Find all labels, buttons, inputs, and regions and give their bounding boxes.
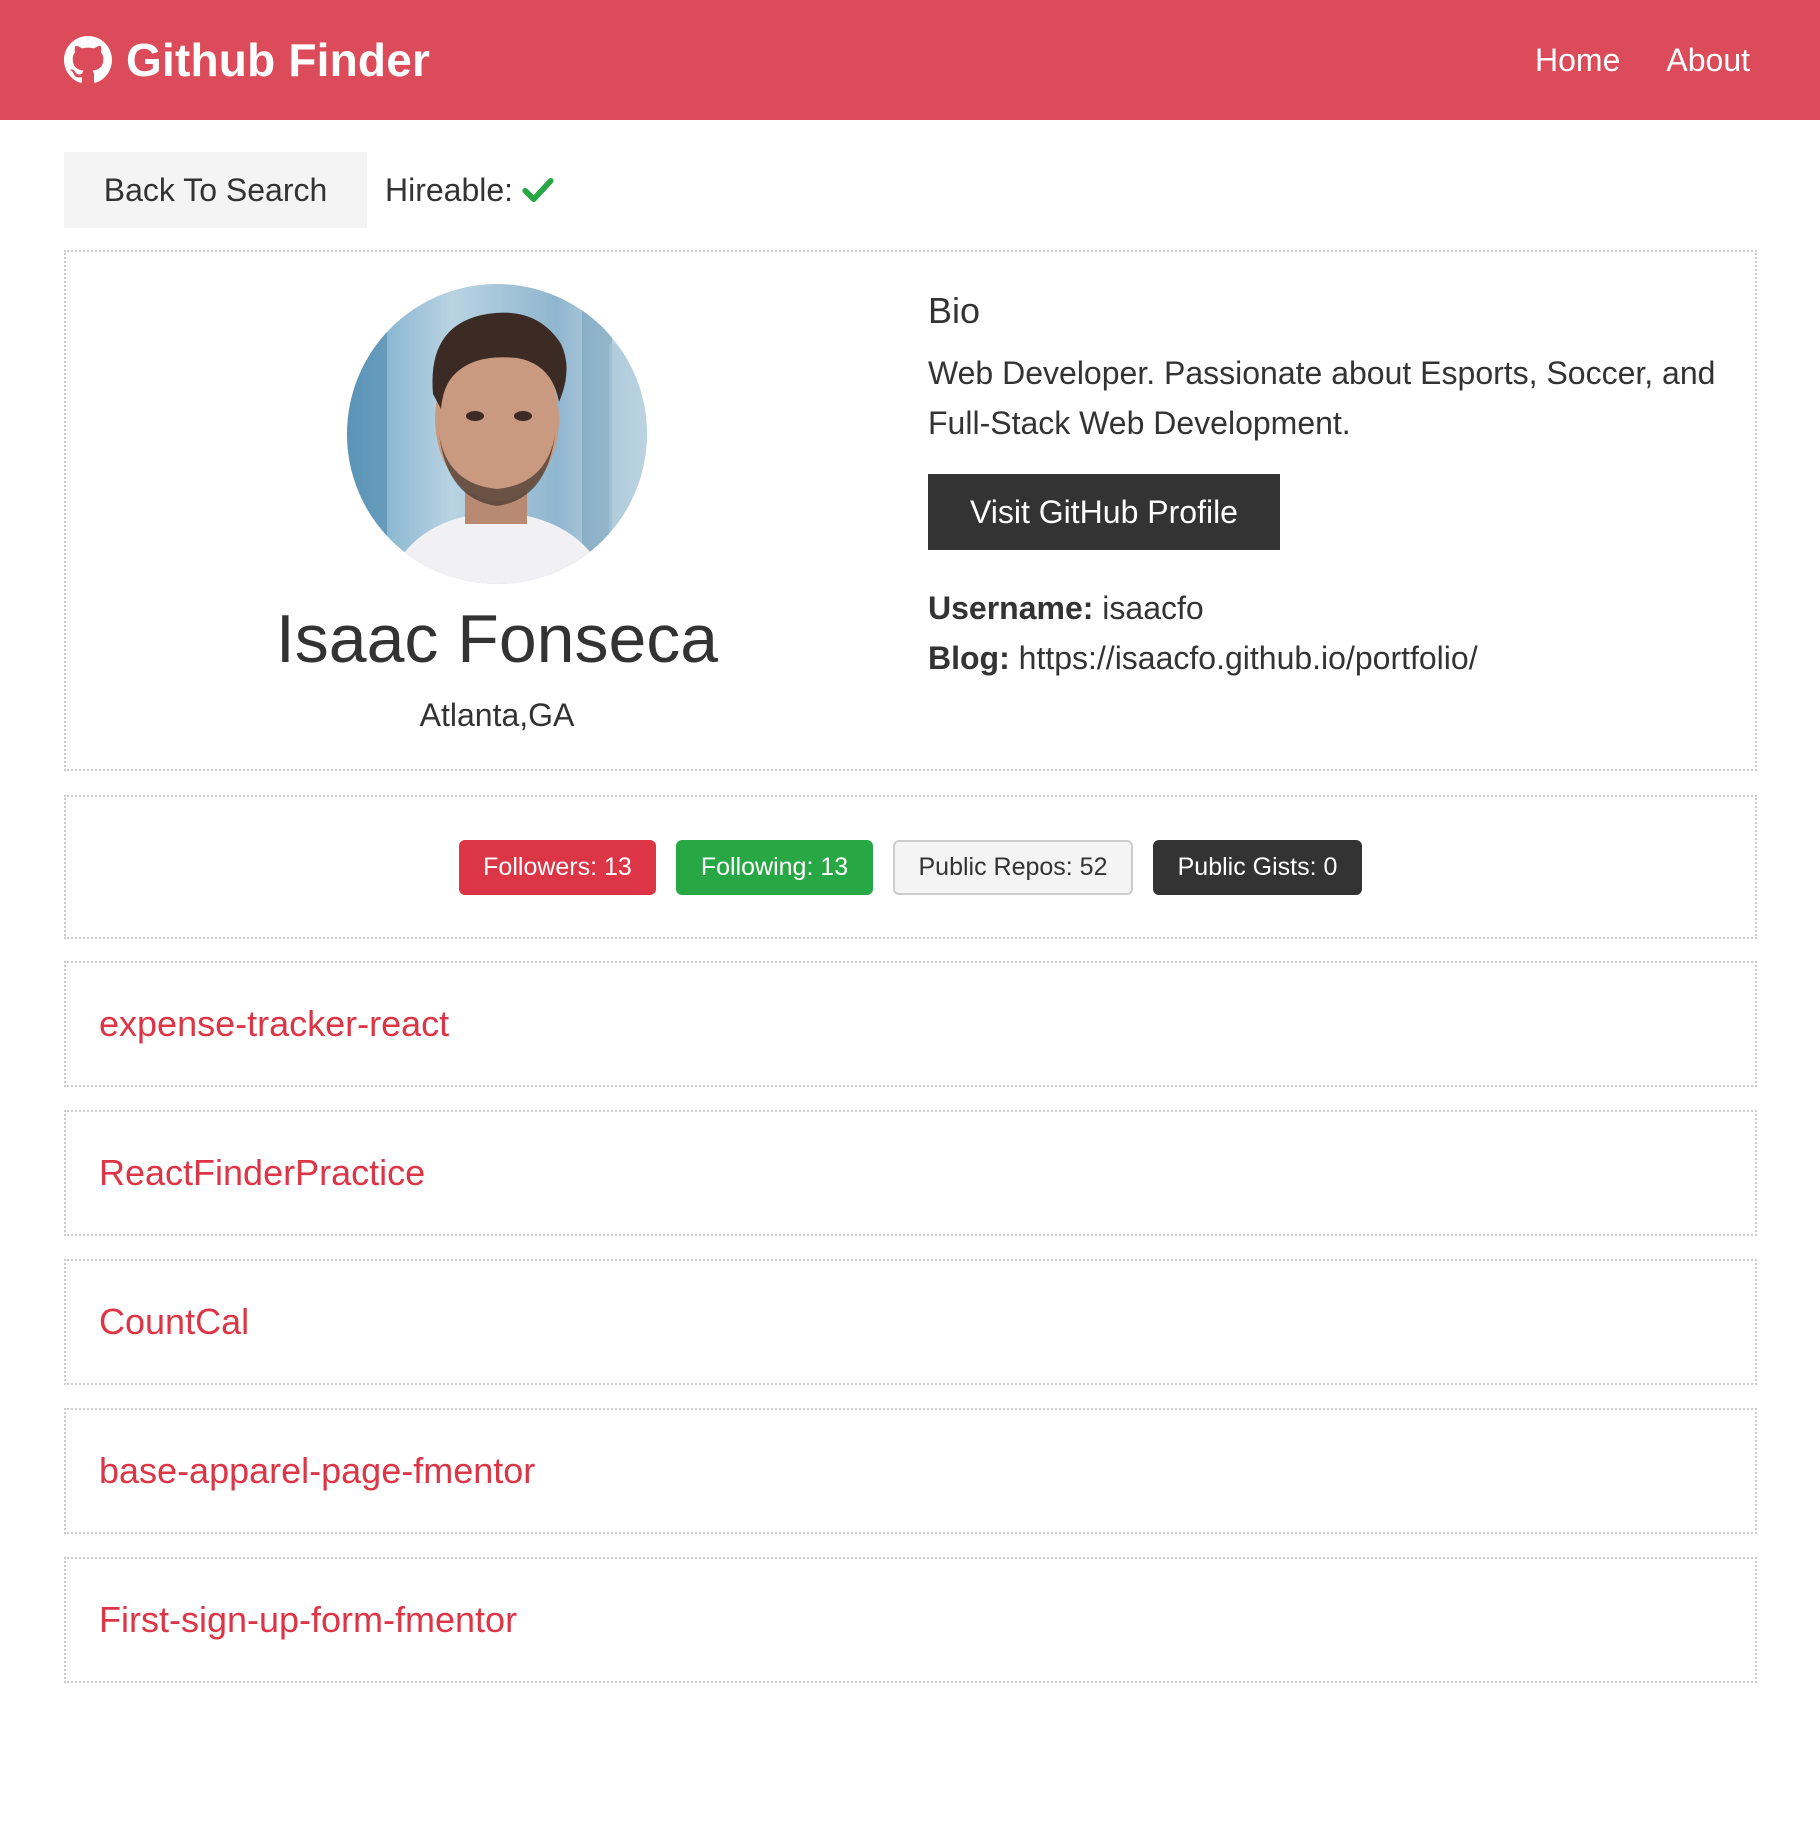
- blog-line: Blog: https://isaacfo.github.io/portfoli…: [928, 640, 1478, 677]
- repo-link[interactable]: base-apparel-page-fmentor: [99, 1450, 535, 1492]
- back-to-search-button[interactable]: Back To Search: [64, 152, 367, 228]
- repo-item: expense-tracker-react: [64, 961, 1757, 1087]
- avatar: [347, 284, 647, 584]
- repo-item: base-apparel-page-fmentor: [64, 1408, 1757, 1534]
- following-badge: Following: 13: [676, 839, 873, 895]
- action-row: Back To Search Hireable:: [64, 152, 555, 228]
- repo-item: ReactFinderPractice: [64, 1110, 1757, 1236]
- username-label: Username:: [928, 590, 1094, 626]
- profile-details: Bio Web Developer. Passionate about Espo…: [928, 252, 1755, 769]
- repo-item: First-sign-up-form-fmentor: [64, 1557, 1757, 1683]
- nav-links: Home About: [1535, 42, 1750, 79]
- public-gists-badge: Public Gists: 0: [1153, 839, 1362, 895]
- nav-link-home[interactable]: Home: [1535, 42, 1620, 79]
- stats-card: Followers: 13 Following: 13 Public Repos…: [64, 795, 1757, 939]
- check-icon: [522, 177, 554, 203]
- repo-link[interactable]: ReactFinderPractice: [99, 1152, 425, 1194]
- blog-value[interactable]: https://isaacfo.github.io/portfolio/: [1019, 640, 1478, 676]
- profile-card: Isaac Fonseca Atlanta,GA Bio Web Develop…: [64, 250, 1757, 771]
- public-repos-badge: Public Repos: 52: [893, 839, 1133, 895]
- brand[interactable]: Github Finder: [64, 33, 430, 87]
- repo-link[interactable]: First-sign-up-form-fmentor: [99, 1599, 517, 1641]
- navbar: Github Finder Home About: [0, 0, 1820, 120]
- hireable-label: Hireable:: [385, 171, 514, 208]
- followers-badge: Followers: 13: [459, 839, 656, 895]
- repo-link[interactable]: CountCal: [99, 1301, 249, 1343]
- avatar-image: [347, 284, 647, 584]
- nav-link-about[interactable]: About: [1666, 42, 1750, 79]
- username-value: isaacfo: [1102, 590, 1204, 626]
- profile-summary: Isaac Fonseca Atlanta,GA: [66, 252, 928, 769]
- user-location: Atlanta,GA: [419, 697, 575, 733]
- github-icon: [64, 36, 112, 83]
- hireable-status: Hireable:: [385, 172, 555, 209]
- bio-heading: Bio: [928, 290, 981, 331]
- username-line: Username: isaacfo: [928, 590, 1204, 627]
- bio-text: Web Developer. Passionate about Esports,…: [928, 355, 1716, 441]
- visit-github-profile-button[interactable]: Visit GitHub Profile: [928, 474, 1280, 550]
- app-title: Github Finder: [126, 34, 431, 86]
- repo-item: CountCal: [64, 1259, 1757, 1385]
- user-name: Isaac Fonseca: [275, 601, 719, 677]
- repo-link[interactable]: expense-tracker-react: [99, 1003, 449, 1045]
- blog-label: Blog:: [928, 640, 1010, 676]
